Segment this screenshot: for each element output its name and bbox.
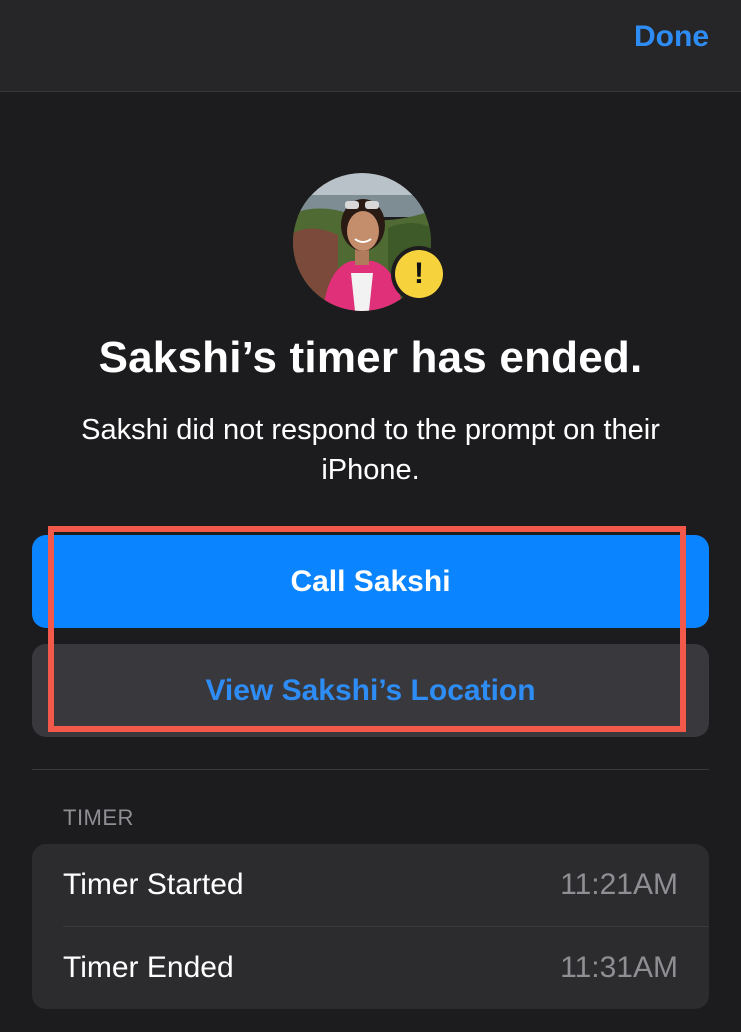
alert-badge: ! (391, 246, 447, 302)
check-in-details-screen: Done ! Sakshi’s timer has ended. Sakshi … (0, 0, 741, 1032)
navigation-bar: Done (0, 0, 741, 92)
alert-message: Sakshi did not respond to the prompt on … (81, 414, 660, 486)
timer-details-card: Timer Started 11:21AM Timer Ended 11:31A… (32, 844, 709, 1009)
timer-row-ended: Timer Ended 11:31AM (32, 927, 709, 1009)
timer-row-started: Timer Started 11:21AM (32, 844, 709, 926)
timer-row-label: Timer Ended (63, 951, 234, 984)
call-button[interactable]: Call Sakshi (32, 535, 709, 628)
timer-row-value: 11:21AM (560, 868, 678, 901)
exclamation-icon: ! (395, 250, 443, 298)
timer-section-header: TIMER (63, 805, 134, 830)
view-location-button[interactable]: View Sakshi’s Location (32, 644, 709, 737)
alert-title: Sakshi’s timer has ended. (98, 333, 643, 382)
section-divider (32, 769, 709, 770)
timer-row-label: Timer Started (63, 868, 244, 901)
timer-row-value: 11:31AM (560, 951, 678, 984)
done-button[interactable]: Done (634, 20, 709, 54)
